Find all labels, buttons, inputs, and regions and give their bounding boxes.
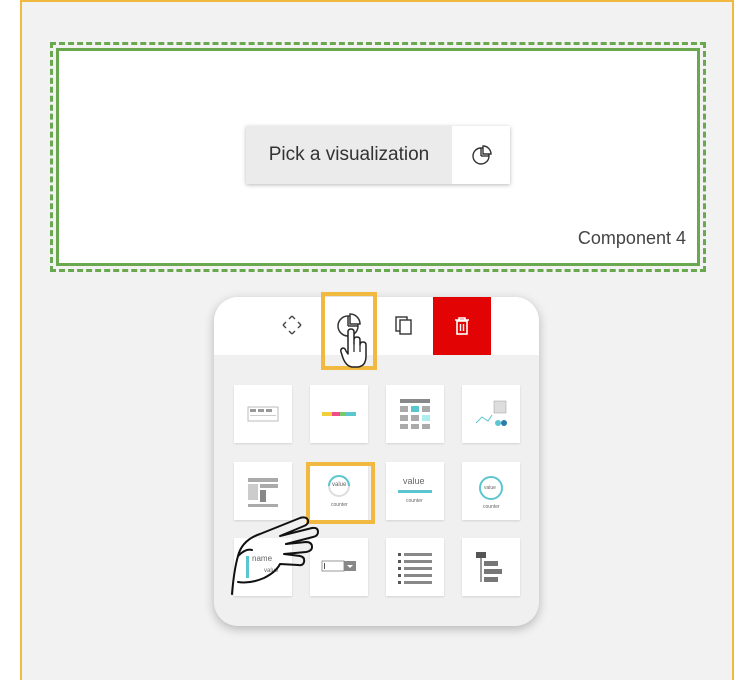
tile-counter-text-2: counter — [406, 498, 423, 504]
duplicate-button[interactable] — [382, 303, 426, 347]
viz-tile-list[interactable] — [386, 538, 444, 596]
viz-tile-ring[interactable]: value counter — [462, 462, 520, 520]
viz-tile-color-bar[interactable] — [310, 385, 368, 443]
pie-chart-icon — [452, 126, 510, 184]
component-name-label: Component 4 — [577, 228, 686, 248]
viz-tile-value-bar[interactable]: value counter — [386, 462, 444, 520]
tile-counter-text-3: counter — [483, 504, 500, 510]
copy-icon — [395, 316, 412, 335]
viz-tile-dashboard[interactable] — [462, 385, 520, 443]
trash-icon — [455, 317, 469, 335]
tile-value-text-3: value — [484, 485, 496, 491]
pointing-hand-icon — [231, 516, 319, 595]
pick-visualization-button[interactable]: Pick a visualization — [246, 126, 510, 184]
viz-tile-kpi-table[interactable] — [386, 385, 444, 443]
viz-tile-table-grid[interactable] — [234, 385, 292, 443]
move-icon — [282, 315, 302, 335]
hand-cursor-icon — [340, 328, 367, 368]
delete-button[interactable] — [433, 297, 491, 355]
pick-visualization-label: Pick a visualization — [246, 126, 452, 184]
viz-tile-tree[interactable] — [462, 538, 520, 596]
move-button[interactable] — [270, 303, 314, 347]
